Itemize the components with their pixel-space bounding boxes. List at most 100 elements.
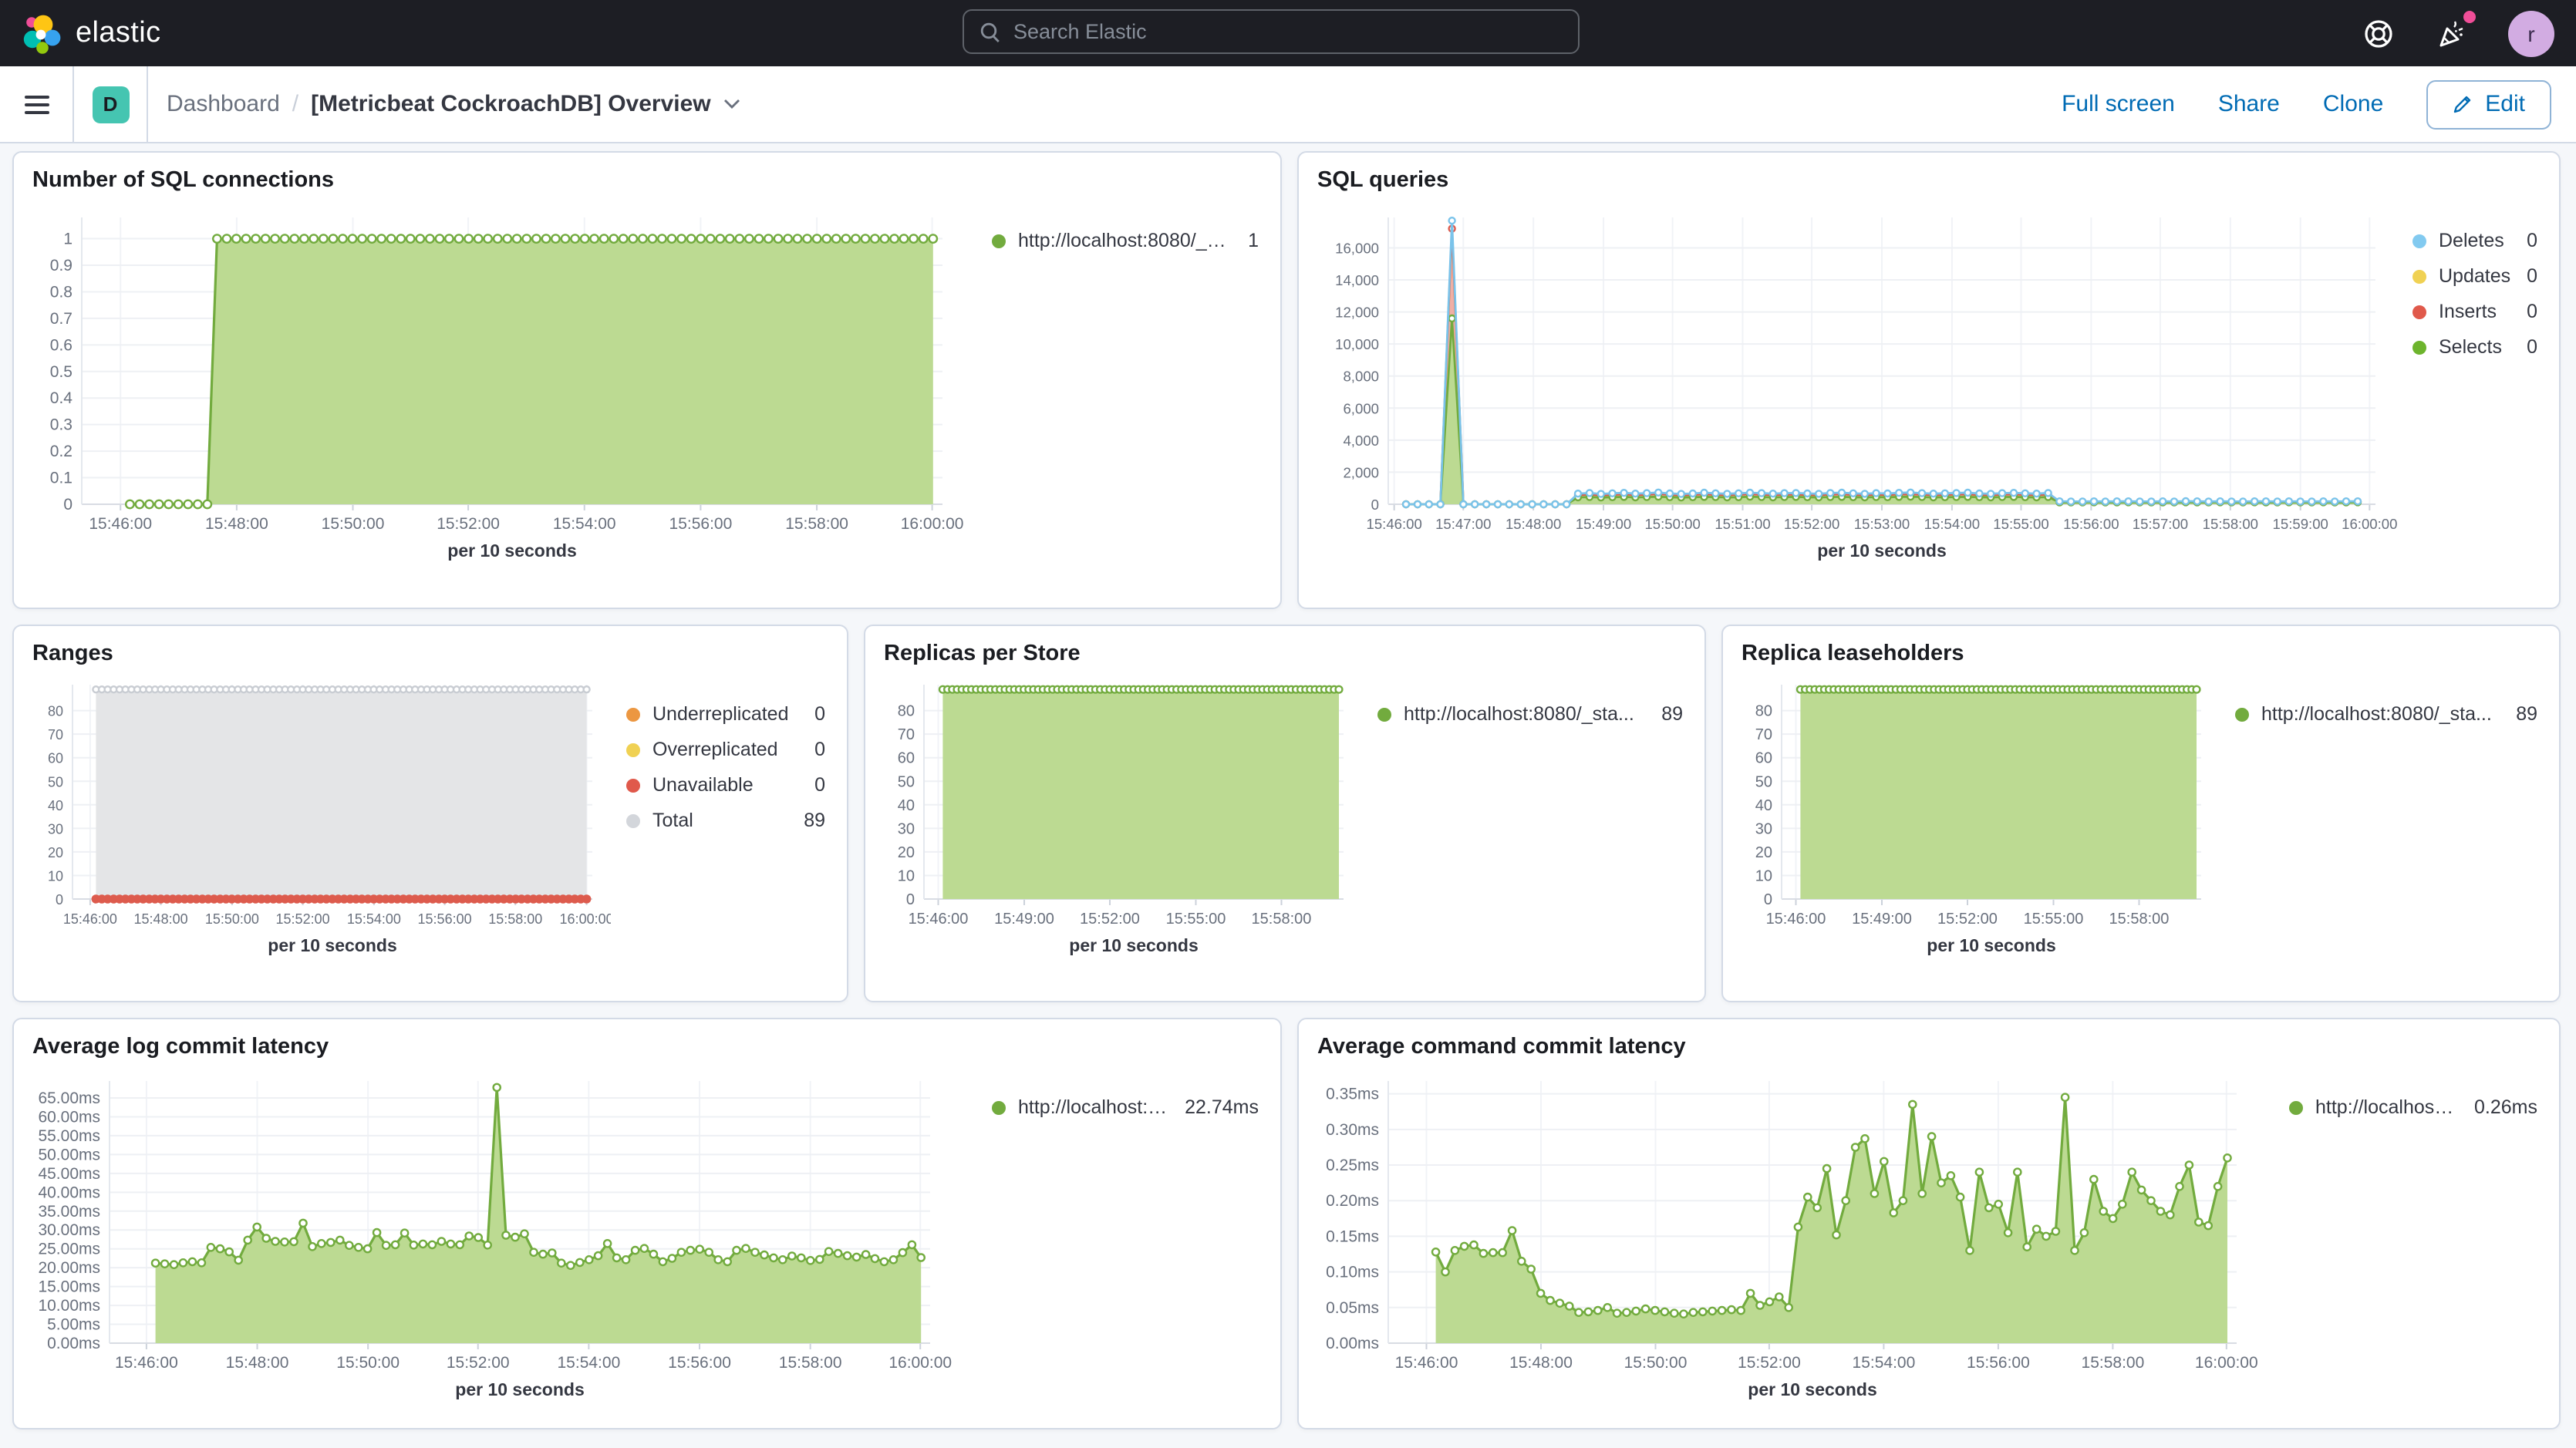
legend-label: Total bbox=[652, 810, 693, 831]
panel-sql-queries: SQL queries 15:46:0015:47:0015:48:0015:4… bbox=[1297, 151, 2561, 609]
sql-queries-chart[interactable]: 15:46:0015:47:0015:48:0015:49:0015:50:00… bbox=[1317, 196, 2397, 584]
svg-text:15:46:00: 15:46:00 bbox=[1766, 911, 1826, 928]
svg-text:15:50:00: 15:50:00 bbox=[205, 911, 259, 927]
legend-label: http://localhost:8080... bbox=[2315, 1096, 2459, 1118]
svg-text:40: 40 bbox=[48, 798, 63, 813]
legend-item[interactable]: http://localhost:808...22.74ms bbox=[992, 1096, 1259, 1118]
legend-label: http://localhost:8080/_stat... bbox=[1018, 230, 1232, 251]
dashboard-content: Number of SQL connections 15:46:0015:48:… bbox=[0, 143, 2576, 1448]
chevron-down-icon[interactable] bbox=[723, 99, 740, 109]
svg-text:15.00ms: 15.00ms bbox=[38, 1278, 100, 1296]
svg-text:15:56:00: 15:56:00 bbox=[668, 1354, 731, 1372]
command-commit-latency-chart[interactable]: 15:46:0015:48:0015:50:0015:52:0015:54:00… bbox=[1317, 1062, 2274, 1417]
svg-text:0.10ms: 0.10ms bbox=[1326, 1264, 1379, 1281]
legend-dot-icon bbox=[626, 707, 640, 721]
legend-item[interactable]: Inserts0 bbox=[2412, 301, 2537, 322]
svg-text:40: 40 bbox=[898, 797, 915, 814]
toolbar-actions: Full screen Share Clone Edit bbox=[2062, 79, 2576, 129]
legend-value: 0.26ms bbox=[2459, 1096, 2537, 1118]
legend-item[interactable]: http://localhost:8080...0.26ms bbox=[2289, 1096, 2537, 1118]
svg-text:15:56:00: 15:56:00 bbox=[669, 515, 733, 533]
legend-label: Underreplicated bbox=[652, 703, 789, 725]
chart-legend: http://localhost:8080...0.26ms bbox=[2274, 1062, 2541, 1118]
log-commit-latency-chart[interactable]: 15:46:0015:48:0015:50:0015:52:0015:54:00… bbox=[32, 1062, 976, 1417]
svg-text:60: 60 bbox=[1755, 750, 1772, 767]
svg-text:15:59:00: 15:59:00 bbox=[2273, 516, 2328, 532]
legend-item[interactable]: http://localhost:8080/_sta...89 bbox=[2235, 703, 2537, 725]
menu-icon[interactable] bbox=[0, 66, 74, 143]
chart-legend: http://localhost:808...22.74ms bbox=[976, 1062, 1262, 1118]
svg-text:16,000: 16,000 bbox=[1335, 240, 1379, 256]
svg-text:0.15ms: 0.15ms bbox=[1326, 1227, 1379, 1245]
svg-text:60: 60 bbox=[898, 750, 915, 767]
search-input[interactable]: Search Elastic bbox=[963, 9, 1580, 54]
svg-text:15:58:00: 15:58:00 bbox=[2082, 1354, 2145, 1372]
svg-text:6,000: 6,000 bbox=[1343, 400, 1379, 416]
svg-text:80: 80 bbox=[1755, 703, 1772, 720]
svg-text:15:46:00: 15:46:00 bbox=[909, 911, 969, 928]
svg-text:4,000: 4,000 bbox=[1343, 433, 1379, 449]
svg-text:30: 30 bbox=[48, 821, 63, 837]
svg-text:0.8: 0.8 bbox=[50, 283, 72, 301]
legend-value: 0 bbox=[2511, 265, 2537, 287]
svg-text:15:58:00: 15:58:00 bbox=[2203, 516, 2258, 532]
full-screen-link[interactable]: Full screen bbox=[2062, 91, 2175, 117]
edit-button[interactable]: Edit bbox=[2426, 79, 2551, 129]
pencil-icon bbox=[2453, 94, 2473, 114]
svg-text:80: 80 bbox=[898, 703, 915, 720]
svg-text:60: 60 bbox=[48, 751, 63, 766]
svg-text:15:55:00: 15:55:00 bbox=[2024, 911, 2084, 928]
legend-item[interactable]: Deletes0 bbox=[2412, 230, 2537, 251]
svg-text:15:48:00: 15:48:00 bbox=[134, 911, 188, 927]
chart-legend: Deletes0 Updates0 Inserts0 Selects0 bbox=[2397, 196, 2541, 358]
chart-legend: http://localhost:8080/_sta...89 bbox=[1362, 669, 1686, 725]
svg-text:5.00ms: 5.00ms bbox=[47, 1316, 100, 1334]
svg-text:15:49:00: 15:49:00 bbox=[994, 911, 1054, 928]
legend-dot-icon bbox=[626, 778, 640, 792]
svg-text:15:46:00: 15:46:00 bbox=[1395, 1354, 1458, 1372]
svg-text:15:50:00: 15:50:00 bbox=[336, 1354, 400, 1372]
legend-dot-icon bbox=[992, 1100, 1006, 1114]
svg-text:14,000: 14,000 bbox=[1335, 272, 1379, 288]
svg-text:15:58:00: 15:58:00 bbox=[785, 515, 848, 533]
sql-connections-chart[interactable]: 15:46:0015:48:0015:50:0015:52:0015:54:00… bbox=[32, 196, 976, 584]
svg-text:1: 1 bbox=[63, 231, 72, 248]
legend-item[interactable]: Selects0 bbox=[2412, 336, 2537, 358]
svg-text:0.4: 0.4 bbox=[50, 389, 73, 407]
svg-text:15:46:00: 15:46:00 bbox=[89, 515, 152, 533]
user-avatar[interactable]: r bbox=[2508, 10, 2554, 56]
svg-text:0.30ms: 0.30ms bbox=[1326, 1121, 1379, 1139]
svg-text:15:52:00: 15:52:00 bbox=[1080, 911, 1140, 928]
legend-item[interactable]: Underreplicated0 bbox=[626, 703, 825, 725]
svg-text:15:52:00: 15:52:00 bbox=[1937, 911, 1998, 928]
elastic-brand[interactable]: elastic bbox=[22, 13, 161, 53]
legend-value: 0 bbox=[2511, 230, 2537, 251]
svg-text:10,000: 10,000 bbox=[1335, 336, 1379, 352]
legend-item[interactable]: Unavailable0 bbox=[626, 774, 825, 796]
panel-replicas-per-store: Replicas per Store 15:46:0015:49:0015:52… bbox=[864, 625, 1706, 1002]
help-icon[interactable] bbox=[2360, 15, 2397, 52]
breadcrumb-dashboard[interactable]: Dashboard bbox=[167, 91, 280, 117]
clone-link[interactable]: Clone bbox=[2323, 91, 2383, 117]
svg-text:45.00ms: 45.00ms bbox=[38, 1165, 100, 1183]
panel-title: Average log commit latency bbox=[32, 1032, 1262, 1062]
svg-text:16:00:00: 16:00:00 bbox=[560, 911, 611, 927]
replica-leaseholders-chart[interactable]: 15:46:0015:49:0015:52:0015:55:0015:58:00… bbox=[1741, 669, 2220, 985]
legend-item[interactable]: http://localhost:8080/_sta...89 bbox=[1377, 703, 1683, 725]
svg-text:15:56:00: 15:56:00 bbox=[418, 911, 472, 927]
legend-item[interactable]: Overreplicated0 bbox=[626, 739, 825, 760]
svg-text:50: 50 bbox=[898, 773, 915, 790]
share-link[interactable]: Share bbox=[2218, 91, 2280, 117]
replicas-per-store-chart[interactable]: 15:46:0015:49:0015:52:0015:55:0015:58:00… bbox=[884, 669, 1362, 985]
legend-item[interactable]: http://localhost:8080/_stat...1 bbox=[992, 230, 1259, 251]
svg-text:20: 20 bbox=[1755, 844, 1772, 861]
ranges-chart[interactable]: 15:46:0015:48:0015:50:0015:52:0015:54:00… bbox=[32, 669, 611, 985]
svg-text:15:52:00: 15:52:00 bbox=[447, 1354, 510, 1372]
svg-text:0: 0 bbox=[63, 496, 72, 514]
svg-text:per 10 seconds: per 10 seconds bbox=[268, 935, 396, 955]
legend-item[interactable]: Total89 bbox=[626, 810, 825, 831]
news-icon[interactable] bbox=[2434, 15, 2471, 52]
legend-item[interactable]: Updates0 bbox=[2412, 265, 2537, 287]
search-placeholder: Search Elastic bbox=[1013, 20, 1147, 43]
svg-text:2,000: 2,000 bbox=[1343, 464, 1379, 480]
